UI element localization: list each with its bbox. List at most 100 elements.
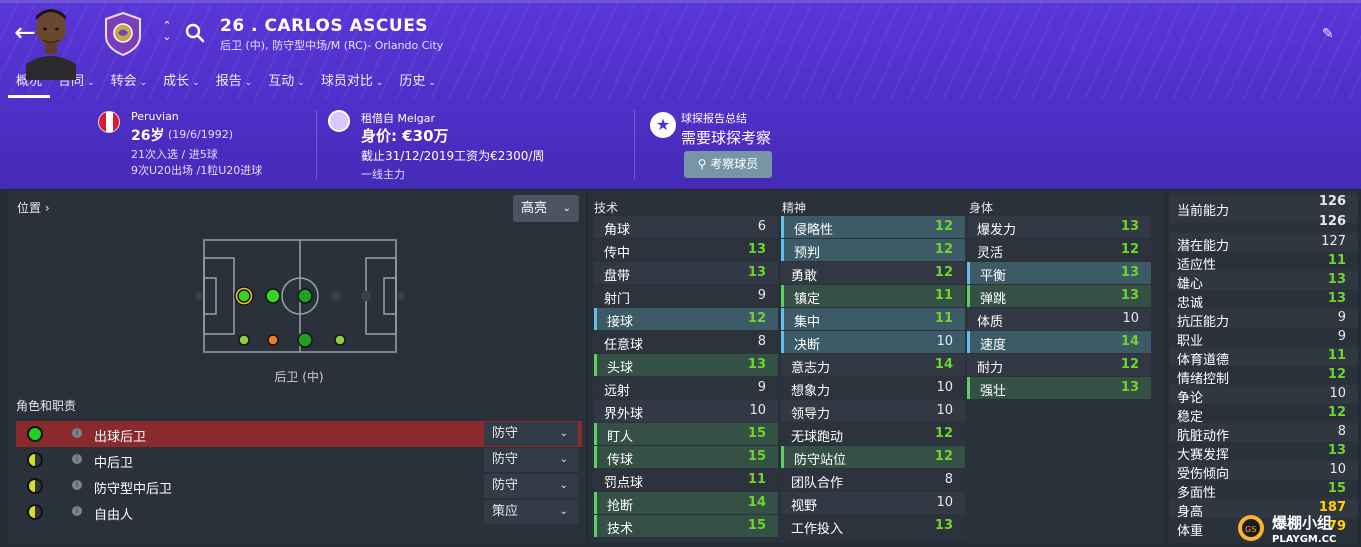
ability-value: 8 <box>1337 424 1346 439</box>
attribute-value: 6 <box>757 219 766 234</box>
ability-row[interactable]: 多面性 15 <box>1170 480 1358 501</box>
ability-row[interactable]: 体育道德 11 <box>1170 347 1358 368</box>
duty-dropdown[interactable]: 防守 ⌄ <box>484 448 578 472</box>
player-switch-arrows[interactable]: ⌃ ⌄ <box>160 20 174 48</box>
attribute-name: 工作投入 <box>791 522 844 537</box>
loan-from[interactable]: 租借自 Melgar <box>361 110 435 126</box>
duty-label: 防守 <box>492 478 519 493</box>
physical-attribute-row[interactable]: 灵活 12 <box>967 239 1151 261</box>
scout-player-button[interactable]: ⚲ 考察球员 <box>684 151 772 178</box>
attribute-name: 传球 <box>607 453 634 468</box>
tab-reports[interactable]: 报告 ⌄ <box>208 72 261 98</box>
mental-attribute-row[interactable]: 团队合作 8 <box>781 469 965 491</box>
technical-attribute-row[interactable]: 界外球 10 <box>594 400 778 422</box>
tab-label: 报告 <box>215 74 242 89</box>
role-row[interactable]: i 防守型中后卫 防守 ⌄ <box>16 473 582 499</box>
ability-row[interactable]: 稳定 12 <box>1170 404 1358 425</box>
ability-row[interactable]: 职业 9 <box>1170 328 1358 349</box>
technical-attribute-row[interactable]: 技术 15 <box>594 515 778 537</box>
attribute-value: 12 <box>934 449 953 464</box>
technical-attribute-row[interactable]: 角球 6 <box>594 216 778 238</box>
mental-attribute-row[interactable]: 想象力 10 <box>781 377 965 399</box>
technical-attribute-row[interactable]: 罚点球 11 <box>594 469 778 491</box>
physical-attribute-row[interactable]: 平衡 13 <box>967 262 1151 284</box>
ability-row[interactable]: 肮脏动作 8 <box>1170 423 1358 444</box>
attribute-name: 预判 <box>794 246 821 261</box>
technical-attribute-row[interactable]: 远射 9 <box>594 377 778 399</box>
tab-history[interactable]: 历史 ⌄ <box>391 72 444 98</box>
ability-value: 11 <box>1327 253 1346 268</box>
attribute-value: 10 <box>936 495 953 510</box>
technical-attribute-row[interactable]: 盘带 13 <box>594 262 778 284</box>
peru-flag-icon <box>98 111 120 133</box>
physical-attribute-row[interactable]: 速度 14 <box>967 331 1151 353</box>
mental-attribute-row[interactable]: 勇敢 12 <box>781 262 965 284</box>
tab-transfer[interactable]: 转会 ⌄ <box>103 72 156 98</box>
club-crest-icon[interactable] <box>104 12 142 56</box>
technical-attribute-row[interactable]: 射门 9 <box>594 285 778 307</box>
mental-attribute-row[interactable]: 防守站位 12 <box>781 446 965 468</box>
ability-row[interactable]: 争论 10 <box>1170 385 1358 406</box>
role-row[interactable]: i 中后卫 防守 ⌄ <box>16 447 582 473</box>
mental-attribute-row[interactable]: 决断 10 <box>781 331 965 353</box>
ability-value: 9 <box>1337 310 1346 325</box>
mental-attribute-row[interactable]: 镇定 11 <box>781 285 965 307</box>
highlight-dropdown[interactable]: 高亮 ⌄ <box>513 195 579 222</box>
tab-development[interactable]: 成长 ⌄ <box>155 72 208 98</box>
physical-attribute-row[interactable]: 弹跳 13 <box>967 285 1151 307</box>
ability-value: 12 <box>1327 405 1346 420</box>
mental-attribute-row[interactable]: 无球跑动 12 <box>781 423 965 445</box>
ability-row[interactable]: 抗压能力 9 <box>1170 309 1358 330</box>
duty-label: 策应 <box>492 504 519 519</box>
attribute-name: 团队合作 <box>791 476 844 491</box>
player-dob: (19/6/1992) <box>168 128 233 141</box>
mental-attribute-row[interactable]: 领导力 10 <box>781 400 965 422</box>
attribute-value: 14 <box>747 495 766 510</box>
mental-attribute-row[interactable]: 集中 11 <box>781 308 965 330</box>
ability-row[interactable]: 情绪控制 12 <box>1170 366 1358 387</box>
physical-attribute-row[interactable]: 强壮 13 <box>967 377 1151 399</box>
role-row[interactable]: i 自由人 策应 ⌄ <box>16 499 582 525</box>
loan-club-icon[interactable] <box>328 110 350 132</box>
position-title[interactable]: 位置 › <box>17 199 50 216</box>
role-row[interactable]: i 出球后卫 防守 ⌄ <box>16 421 582 447</box>
mental-attribute-row[interactable]: 视野 10 <box>781 492 965 514</box>
technical-attribute-row[interactable]: 接球 12 <box>594 308 778 330</box>
info-icon[interactable]: i <box>72 454 82 464</box>
technical-attribute-row[interactable]: 传中 13 <box>594 239 778 261</box>
info-icon[interactable]: i <box>72 506 82 516</box>
physical-attribute-row[interactable]: 爆发力 13 <box>967 216 1151 238</box>
attribute-value: 11 <box>934 311 953 326</box>
ability-row[interactable]: 适应性 11 <box>1170 252 1358 273</box>
mental-attribute-row[interactable]: 预判 12 <box>781 239 965 261</box>
technical-attribute-row[interactable]: 盯人 15 <box>594 423 778 445</box>
ability-value: 13 <box>1327 291 1346 306</box>
technical-attribute-row[interactable]: 任意球 8 <box>594 331 778 353</box>
chevron-down-icon: ⌄ <box>559 454 568 465</box>
mental-attribute-row[interactable]: 工作投入 13 <box>781 515 965 537</box>
attribute-value: 13 <box>1120 265 1139 280</box>
mental-attribute-row[interactable]: 侵略性 12 <box>781 216 965 238</box>
ability-row[interactable]: 受伤倾向 10 <box>1170 461 1358 482</box>
duty-dropdown[interactable]: 防守 ⌄ <box>484 422 578 446</box>
technical-attribute-row[interactable]: 头球 13 <box>594 354 778 376</box>
info-icon[interactable]: i <box>72 480 82 490</box>
duty-dropdown[interactable]: 防守 ⌄ <box>484 474 578 498</box>
technical-attribute-row[interactable]: 抢断 14 <box>594 492 778 514</box>
pencil-icon[interactable]: ✎ <box>1322 26 1338 42</box>
attribute-name: 盘带 <box>604 269 631 284</box>
info-icon[interactable]: i <box>72 428 82 438</box>
tab-compare[interactable]: 球员对比 ⌄ <box>313 72 392 98</box>
technical-attribute-row[interactable]: 传球 15 <box>594 446 778 468</box>
ability-row[interactable]: 大赛发挥 13 <box>1170 442 1358 463</box>
attribute-name: 速度 <box>980 338 1007 353</box>
ability-row[interactable]: 忠诚 13 <box>1170 290 1358 311</box>
tab-interaction[interactable]: 互动 ⌄ <box>260 72 313 98</box>
physical-attribute-row[interactable]: 耐力 12 <box>967 354 1151 376</box>
ability-row[interactable]: 潜在能力 127 <box>1170 233 1358 254</box>
ability-row[interactable]: 雄心 13 <box>1170 271 1358 292</box>
mental-attribute-row[interactable]: 意志力 14 <box>781 354 965 376</box>
physical-attribute-row[interactable]: 体质 10 <box>967 308 1151 330</box>
search-icon[interactable] <box>184 22 206 44</box>
duty-dropdown[interactable]: 策应 ⌄ <box>484 500 578 524</box>
